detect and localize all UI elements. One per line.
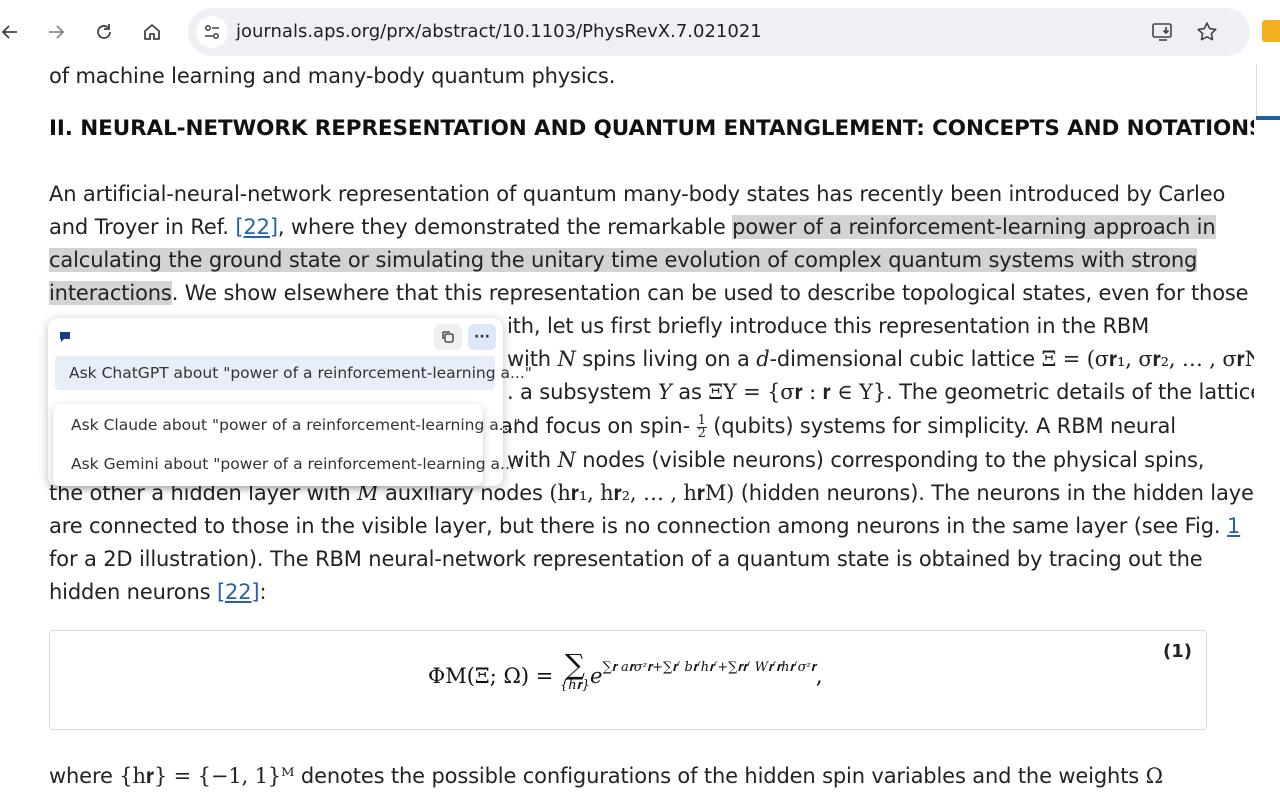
back-button[interactable]: [0, 14, 28, 50]
site-info-button[interactable]: [196, 16, 228, 48]
paragraph-line: calculating the ground state or simulati…: [49, 245, 1197, 275]
equation-tail: ,: [815, 664, 823, 688]
sum-symbol: ∑: [565, 648, 585, 681]
paragraph-line: of machine learning and many-body quantu…: [49, 64, 616, 88]
paragraph-line: for a 2D illustration). The RBM neural-n…: [49, 547, 1203, 571]
text-run: , where they demonstrated the remarkable: [277, 215, 733, 239]
math-inline: d: [756, 347, 770, 371]
paragraph-line: with N nodes (visible neurons) correspon…: [507, 445, 1204, 475]
math-inline: N: [557, 448, 576, 472]
paragraph-line: hidden neurons [22]:: [49, 577, 267, 607]
arrow-right-icon: [49, 25, 65, 39]
math-inline: Y: [657, 380, 672, 404]
side-panel-edge: [1254, 64, 1280, 800]
text-run: where: [49, 764, 120, 788]
text-run: and Troyer in Ref.: [49, 215, 236, 239]
install-app-icon: [1152, 23, 1172, 41]
text-run: are connected to those in the visible la…: [49, 514, 1227, 538]
install-app-button[interactable]: [1150, 19, 1176, 45]
selected-text: calculating the ground state or simulati…: [49, 248, 1198, 272]
text-run: -dimensional cubic lattice: [769, 347, 1042, 371]
math-inline: ΞY = {σ𝐫 : 𝐫 ∈ Y}: [708, 380, 887, 404]
equation-lhs: ΦM(Ξ; Ω) =: [428, 664, 560, 688]
figure-link[interactable]: 1: [1227, 514, 1240, 538]
tune-icon: [205, 25, 219, 39]
paragraph-line: with N spins living on a d-dimensional c…: [507, 344, 1254, 374]
copy-button[interactable]: [434, 324, 462, 350]
selected-text: interactions: [49, 281, 172, 305]
summation: ∑ {h𝐫}: [560, 651, 590, 693]
fraction-one-half: 12: [696, 414, 707, 441]
equation: ΦM(Ξ; Ω) = ∑ {h𝐫} e∑𝐫 a𝐫σᶻ𝐫+∑𝐫′ b𝐫′h𝐫′+∑𝐫𝐫…: [428, 651, 823, 693]
arrow-left-icon: [1, 25, 17, 39]
text-run: (qubits) systems for simplicity. A RBM n…: [706, 414, 1176, 438]
exp-base: e: [590, 664, 603, 688]
selected-text: power of a reinforcement-learning approa…: [732, 215, 1216, 239]
math-inline: Ω: [1145, 764, 1163, 788]
math-inline: (h𝐫₁, h𝐫₂, … , h𝐫M): [549, 481, 735, 505]
url-text[interactable]: journals.aps.org/prx/abstract/10.1103/Ph…: [236, 21, 762, 42]
copy-icon: [442, 331, 454, 343]
text-run: hidden neurons: [49, 580, 217, 604]
paragraph-line: and focus on spin- 12 (qubits) systems f…: [500, 411, 1176, 441]
ai-assistant-popup: ··· Ask ChatGPT about "power of a reinfo…: [48, 318, 532, 486]
reference-link[interactable]: [22]: [217, 580, 260, 604]
home-icon: [144, 24, 160, 40]
section-heading: II. NEURAL-NETWORK REPRESENTATION AND QU…: [49, 116, 1254, 141]
text-run: as: [671, 380, 709, 404]
browser-toolbar: journals.aps.org/prx/abstract/10.1103/Ph…: [0, 0, 1280, 64]
text-run: (hidden neurons). The neurons in the hid…: [734, 481, 1254, 505]
text-run: :: [259, 580, 267, 604]
text-run: . a subsystem: [507, 380, 658, 404]
sum-subscript: {h𝐫}: [560, 678, 591, 693]
text-run: spins living on a: [575, 347, 757, 371]
paragraph-line: . a subsystem Y as ΞY = {σ𝐫 : 𝐫 ∈ Y}. Th…: [507, 377, 1254, 407]
bookmark-button[interactable]: [1194, 19, 1220, 45]
exponent: ∑𝐫 a𝐫σᶻ𝐫+∑𝐫′ b𝐫′h𝐫′+∑𝐫𝐫′ W𝐫′𝐫h𝐫′σᶻ𝐫: [602, 660, 816, 675]
paragraph-line: ith, let us first briefly introduce this…: [507, 314, 1150, 338]
ask-gemini-item[interactable]: Ask Gemini about "power of a reinforceme…: [57, 447, 522, 481]
text-run: nodes (visible neurons) corresponding to…: [575, 448, 1205, 472]
ask-chatgpt-item[interactable]: Ask ChatGPT about "power of a reinforcem…: [55, 356, 532, 390]
equation-number: (1): [1163, 641, 1192, 662]
reference-link[interactable]: [22]: [235, 215, 278, 239]
forward-button[interactable]: [38, 14, 74, 50]
math-inline: {h𝐫} = {−1, 1}ᴹ: [119, 764, 295, 788]
reload-button[interactable]: [86, 14, 122, 50]
paragraph-line: An artificial-neural-network representat…: [49, 182, 1226, 206]
ask-claude-item[interactable]: Ask Claude about "power of a reinforceme…: [57, 408, 521, 442]
home-button[interactable]: [134, 14, 170, 50]
download-extension-icon[interactable]: [1262, 20, 1280, 42]
more-options-button[interactable]: ···: [468, 324, 496, 350]
paragraph-line: are connected to those in the visible la…: [49, 511, 1240, 541]
more-horizontal-icon: ···: [474, 329, 490, 345]
text-run: and focus on spin-: [500, 414, 697, 438]
text-run: . We show elsewhere that this representa…: [171, 281, 1249, 305]
equation-box: ΦM(Ξ; Ω) = ∑ {h𝐫} e∑𝐫 a𝐫σᶻ𝐫+∑𝐫′ b𝐫′h𝐫′+∑𝐫𝐫…: [49, 630, 1207, 730]
address-bar[interactable]: journals.aps.org/prx/abstract/10.1103/Ph…: [188, 8, 1250, 56]
side-panel-frame: [1256, 64, 1280, 118]
ai-submenu: Ask Claude about "power of a reinforceme…: [53, 404, 522, 486]
fraction-denominator: 2: [697, 425, 706, 441]
paragraph-line: where {h𝐫} = {−1, 1}ᴹ denotes the possib…: [49, 761, 1163, 791]
text-run: denotes the possible configurations of t…: [294, 764, 1146, 788]
math-inline: N: [557, 347, 576, 371]
chat-bubble-icon: [60, 332, 70, 342]
math-inline: Ξ = (σ𝐫₁, σ𝐫₂, … , σ𝐫N): [1041, 347, 1254, 371]
paragraph-line: and Troyer in Ref. [22], where they demo…: [49, 212, 1216, 242]
star-icon: [1197, 22, 1217, 41]
reload-icon: [97, 24, 111, 39]
text-run: . The geometric details of the lattice: [886, 380, 1254, 404]
side-panel-accent: [1256, 116, 1280, 120]
paragraph-line: interactions. We show elsewhere that thi…: [49, 278, 1249, 308]
